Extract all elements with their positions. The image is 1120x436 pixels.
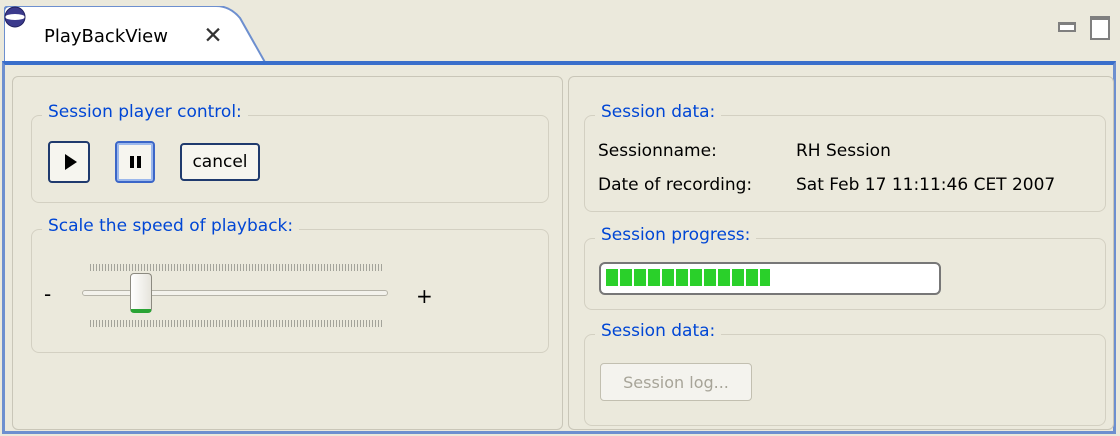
date-value: Sat Feb 17 11:11:46 CET 2007	[796, 175, 1056, 195]
cancel-button[interactable]: cancel	[180, 143, 260, 181]
session-data-group: Session data: Sessionname: RH Session Da…	[584, 102, 1106, 212]
minimize-icon[interactable]	[1058, 22, 1076, 32]
progress-fill	[606, 269, 770, 286]
sessionname-label: Sessionname:	[598, 141, 717, 161]
pause-icon	[129, 156, 141, 168]
right-panel: Session data: Sessionname: RH Session Da…	[568, 76, 1114, 430]
left-panel: Session player control: cancel Scale the…	[12, 76, 563, 430]
session-data-title: Session data:	[595, 102, 722, 122]
speed-group: Scale the speed of playback: - +	[31, 216, 549, 353]
speed-plus-label: +	[416, 284, 433, 308]
session-log-group: Session data: Session log...	[584, 321, 1106, 426]
maximize-icon[interactable]	[1090, 16, 1110, 40]
slider-ticks-bottom	[90, 320, 382, 327]
view-tab-strip: PlayBackView ✕	[0, 0, 1120, 64]
session-progress-group: Session progress:	[584, 225, 1106, 310]
date-label: Date of recording:	[598, 175, 753, 195]
player-control-group: Session player control: cancel	[31, 102, 549, 203]
play-button[interactable]	[48, 141, 90, 183]
tab-playbackview[interactable]: PlayBackView ✕	[4, 6, 266, 64]
playback-view: PlayBackView ✕ Session player control: c…	[0, 0, 1120, 436]
tab-title: PlayBackView	[44, 26, 168, 47]
speed-minus-label: -	[44, 282, 52, 306]
speed-slider-thumb[interactable]	[130, 273, 153, 313]
play-icon	[65, 154, 77, 170]
player-control-title: Session player control:	[42, 102, 248, 122]
eclipse-view-icon	[4, 6, 26, 28]
slider-ticks-top	[90, 264, 382, 271]
session-log-button[interactable]: Session log...	[600, 363, 752, 401]
close-icon[interactable]: ✕	[200, 23, 226, 49]
speed-title: Scale the speed of playback:	[42, 216, 300, 236]
session-progress-bar	[599, 262, 941, 295]
sessionname-value: RH Session	[796, 141, 891, 161]
pause-button[interactable]	[115, 141, 155, 183]
session-progress-title: Session progress:	[595, 225, 757, 245]
session-log-title: Session data:	[595, 321, 722, 341]
speed-slider-track[interactable]	[82, 290, 388, 296]
